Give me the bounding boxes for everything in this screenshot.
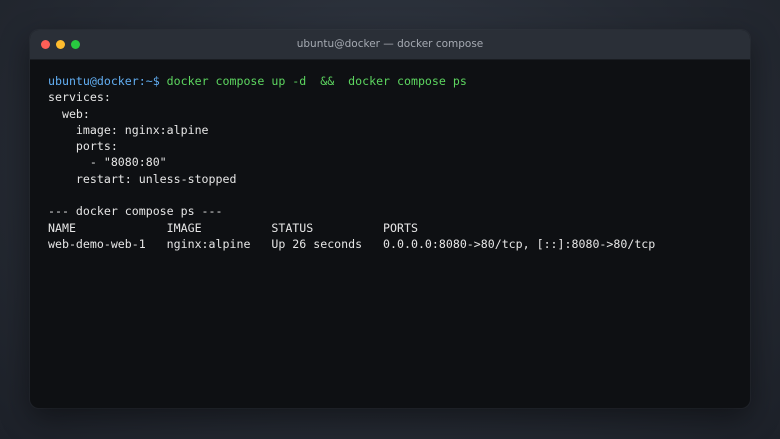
- output-line: restart: unless-stopped: [48, 171, 237, 186]
- output-line: - "8080:80": [48, 155, 167, 170]
- prompt-user-host: ubuntu@docker: [48, 74, 139, 88]
- output-line: ports:: [48, 139, 118, 154]
- ps-table-header: NAME IMAGE STATUS PORTS: [48, 220, 418, 235]
- output-line: services:: [48, 90, 111, 105]
- terminal-output[interactable]: ubuntu@docker:~$ docker compose up -d &&…: [48, 73, 740, 252]
- prompt-line: ubuntu@docker:~$ docker compose up -d &&…: [48, 73, 740, 89]
- output-line: image: nginx:alpine: [48, 122, 209, 137]
- terminal-window: ubuntu@docker — docker compose ubuntu@do…: [30, 30, 750, 408]
- prompt-command: docker compose up -d && docker compose p…: [166, 74, 467, 88]
- prompt-path: :~$: [138, 74, 167, 88]
- output-line: web:: [48, 106, 90, 121]
- ps-table-row: web-demo-web-1 nginx:alpine Up 26 second…: [48, 236, 656, 251]
- window-title: ubuntu@docker — docker compose: [296, 38, 484, 50]
- title-bar[interactable]: ubuntu@docker — docker compose: [30, 30, 750, 60]
- output-line: --- docker compose ps ---: [48, 204, 223, 219]
